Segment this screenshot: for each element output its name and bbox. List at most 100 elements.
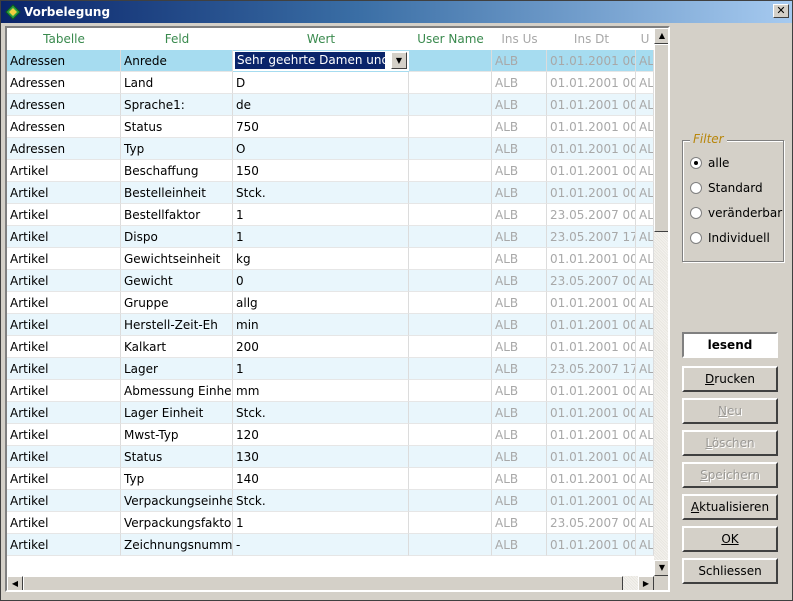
table-row[interactable]: Artikel Status 130 ALB 01.01.2001 00: AL	[7, 446, 654, 468]
cell-ins-us[interactable]: ALB	[492, 138, 547, 160]
cell-ins-us[interactable]: ALB	[492, 270, 547, 292]
cell-tabelle[interactable]: Artikel	[7, 490, 121, 512]
cell-feld[interactable]: Zeichnungsnumme	[121, 534, 233, 556]
radio-unchecked-icon[interactable]	[690, 182, 702, 194]
horizontal-scrollbar[interactable]: ◀ ▶	[7, 576, 654, 590]
table-row[interactable]: Artikel Lager Einheit Stck. ALB 01.01.2001 0…	[7, 402, 654, 424]
cell-feld[interactable]: Gruppe	[121, 292, 233, 314]
cell-user-name[interactable]	[409, 468, 492, 490]
table-row[interactable]: Artikel Verpackungseinhei Stck. ALB 01.01.20…	[7, 490, 654, 512]
cell-feld[interactable]: Beschaffung	[121, 160, 233, 182]
cell-user-name[interactable]	[409, 160, 492, 182]
cell-ins-us[interactable]: ALB	[492, 292, 547, 314]
cell-wert[interactable]: 150	[233, 160, 409, 182]
cell-user-name[interactable]	[409, 204, 492, 226]
cell-wert[interactable]: D	[233, 72, 409, 94]
cell-tabelle[interactable]: Artikel	[7, 534, 121, 556]
table-row[interactable]: Artikel Verpackungsfaktor 1 ALB 23.05.2007 0…	[7, 512, 654, 534]
cell-ins-dt[interactable]: 01.01.2001 00:	[547, 182, 636, 204]
scroll-right-button[interactable]: ▶	[638, 576, 654, 590]
cell-ins-us[interactable]: ALB	[492, 248, 547, 270]
cell-feld[interactable]: Typ	[121, 138, 233, 160]
cell-user-name[interactable]	[409, 116, 492, 138]
cell-feld[interactable]: Dispo	[121, 226, 233, 248]
cell-user-name[interactable]	[409, 358, 492, 380]
cell-ins-dt[interactable]: 23.05.2007 00:	[547, 204, 636, 226]
cell-wert[interactable]: allg	[233, 292, 409, 314]
cell-feld[interactable]: Lager Einheit	[121, 402, 233, 424]
column-header-ins-dt[interactable]: Ins Dt	[547, 28, 636, 50]
cell-ins-us[interactable]: ALB	[492, 336, 547, 358]
cell-wert[interactable]: Stck.	[233, 182, 409, 204]
cell-ins-dt[interactable]: 23.05.2007 17:	[547, 226, 636, 248]
column-header-wert[interactable]: Wert	[233, 28, 409, 50]
cell-more[interactable]: AL	[636, 94, 654, 116]
cell-user-name[interactable]	[409, 248, 492, 270]
cell-feld[interactable]: Bestellfaktor	[121, 204, 233, 226]
cell-tabelle[interactable]: Adressen	[7, 72, 121, 94]
cell-ins-us[interactable]: ALB	[492, 226, 547, 248]
wert-combobox-value[interactable]: Sehr geehrte Damen und	[235, 52, 385, 69]
radio-checked-icon[interactable]	[690, 157, 702, 169]
cell-tabelle[interactable]: Artikel	[7, 314, 121, 336]
cell-ins-dt[interactable]: 01.01.2001 00:	[547, 292, 636, 314]
cell-tabelle[interactable]: Artikel	[7, 204, 121, 226]
cell-ins-dt[interactable]: 01.01.2001 00:	[547, 468, 636, 490]
column-header-tabelle[interactable]: Tabelle	[7, 28, 121, 50]
cell-more[interactable]: AL	[636, 292, 654, 314]
cell-more[interactable]: AL	[636, 50, 654, 72]
cell-feld[interactable]: Kalkart	[121, 336, 233, 358]
cell-wert[interactable]: 750	[233, 116, 409, 138]
cell-user-name[interactable]	[409, 226, 492, 248]
cell-user-name[interactable]	[409, 402, 492, 424]
cell-wert[interactable]: min	[233, 314, 409, 336]
cell-more[interactable]: AL	[636, 534, 654, 556]
filter-option-veraenderbar[interactable]: veränderbar	[690, 205, 782, 221]
schliessen-button[interactable]: Schliessen	[682, 558, 778, 584]
ok-button[interactable]: OK	[682, 526, 778, 552]
filter-option-individuell[interactable]: Individuell	[690, 230, 770, 246]
cell-ins-dt[interactable]: 01.01.2001 00:	[547, 336, 636, 358]
cell-feld[interactable]: Mwst-Typ	[121, 424, 233, 446]
cell-feld[interactable]: Land	[121, 72, 233, 94]
cell-more[interactable]: AL	[636, 402, 654, 424]
cell-ins-dt[interactable]: 01.01.2001 00:	[547, 314, 636, 336]
cell-user-name[interactable]	[409, 424, 492, 446]
cell-tabelle[interactable]: Artikel	[7, 292, 121, 314]
cell-user-name[interactable]	[409, 94, 492, 116]
table-row[interactable]: Artikel Lager 1 ALB 23.05.2007 17: AL	[7, 358, 654, 380]
radio-unchecked-icon[interactable]	[690, 232, 702, 244]
table-row[interactable]: Artikel Bestellfaktor 1 ALB 23.05.2007 00: AL	[7, 204, 654, 226]
cell-tabelle[interactable]: Artikel	[7, 512, 121, 534]
cell-tabelle[interactable]: Adressen	[7, 50, 121, 72]
cell-ins-dt[interactable]: 01.01.2001 00:	[547, 72, 636, 94]
cell-user-name[interactable]	[409, 50, 492, 72]
cell-feld[interactable]: Gewicht	[121, 270, 233, 292]
cell-more[interactable]: AL	[636, 182, 654, 204]
cell-more[interactable]: AL	[636, 314, 654, 336]
aktualisieren-button[interactable]: Aktualisieren	[682, 494, 778, 520]
cell-wert[interactable]: Stck.	[233, 402, 409, 424]
table-row[interactable]: Adressen Status 750 ALB 01.01.2001 00: AL	[7, 116, 654, 138]
cell-ins-us[interactable]: ALB	[492, 204, 547, 226]
cell-ins-us[interactable]: ALB	[492, 116, 547, 138]
table-row[interactable]: Artikel Mwst-Typ 120 ALB 01.01.2001 00: AL	[7, 424, 654, 446]
table-row[interactable]: Artikel Gruppe allg ALB 01.01.2001 00: AL	[7, 292, 654, 314]
cell-ins-dt[interactable]: 01.01.2001 00:	[547, 490, 636, 512]
cell-ins-us[interactable]: ALB	[492, 94, 547, 116]
cell-more[interactable]: AL	[636, 358, 654, 380]
cell-ins-dt[interactable]: 01.01.2001 00:	[547, 424, 636, 446]
cell-ins-us[interactable]: ALB	[492, 358, 547, 380]
cell-user-name[interactable]	[409, 182, 492, 204]
cell-tabelle[interactable]: Artikel	[7, 380, 121, 402]
cell-user-name[interactable]	[409, 336, 492, 358]
cell-wert[interactable]: Stck.	[233, 490, 409, 512]
cell-more[interactable]: AL	[636, 468, 654, 490]
cell-feld[interactable]: Verpackungseinhei	[121, 490, 233, 512]
cell-ins-us[interactable]: ALB	[492, 50, 547, 72]
dropdown-arrow-icon[interactable]: ▼	[391, 52, 407, 69]
cell-tabelle[interactable]: Artikel	[7, 182, 121, 204]
column-header-user-name[interactable]: User Name	[409, 28, 492, 50]
cell-ins-us[interactable]: ALB	[492, 468, 547, 490]
scroll-up-button[interactable]: ▲	[654, 28, 668, 44]
